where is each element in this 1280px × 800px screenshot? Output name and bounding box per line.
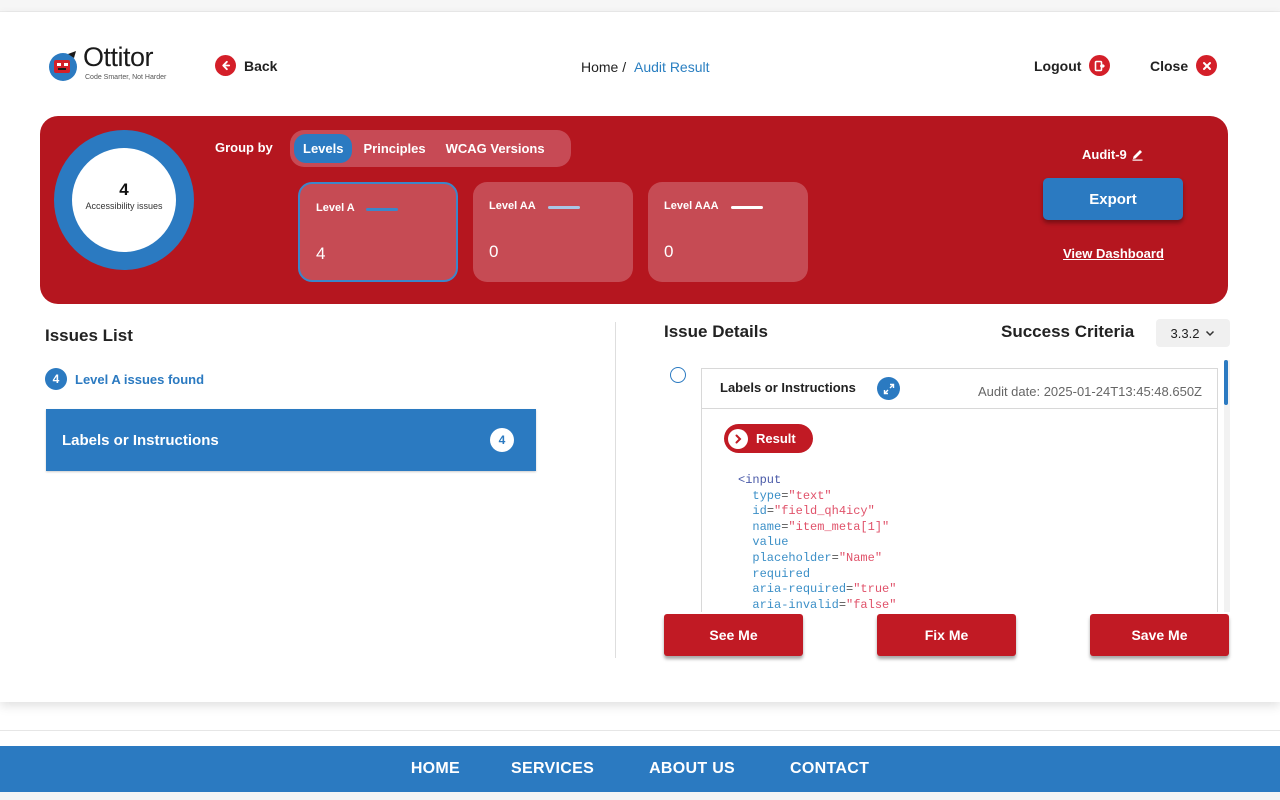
view-dashboard-link[interactable]: View Dashboard bbox=[1063, 246, 1164, 261]
breadcrumb-current: Audit Result bbox=[634, 59, 710, 75]
level-aa-value: 0 bbox=[489, 242, 499, 261]
issue-detail-header: Labels or Instructions Audit date: 2025-… bbox=[702, 369, 1217, 409]
see-me-button[interactable]: See Me bbox=[664, 614, 803, 656]
code-value: "item_meta[1]" bbox=[788, 519, 890, 534]
footer-link-about-us[interactable]: ABOUT US bbox=[649, 760, 735, 778]
success-criteria-value: 3.3.2 bbox=[1170, 325, 1200, 341]
top-strip bbox=[0, 0, 1280, 12]
save-me-button[interactable]: Save Me bbox=[1090, 614, 1229, 656]
close-icon bbox=[1196, 55, 1218, 76]
level-aa-indicator bbox=[548, 206, 580, 209]
tab-principles[interactable]: Principles bbox=[354, 134, 434, 163]
issues-count-label: Accessibility issues bbox=[85, 201, 163, 211]
issue-detail-title: Labels or Instructions bbox=[720, 380, 856, 395]
bottom-strip bbox=[0, 792, 1280, 800]
code-attr: name bbox=[752, 519, 782, 534]
footer-link-home[interactable]: HOME bbox=[411, 760, 460, 778]
level-aaa-value: 0 bbox=[664, 242, 674, 261]
issue-count-badge: 4 bbox=[490, 428, 514, 452]
issues-count-ring: 4 Accessibility issues bbox=[54, 130, 194, 270]
code-value: "text" bbox=[788, 488, 832, 503]
logout-icon bbox=[1089, 55, 1111, 76]
code-value: "field_qh4icy" bbox=[774, 504, 875, 519]
level-a-name: Level A bbox=[316, 202, 355, 214]
audit-summary-banner: 4 Accessibility issues Group by Levels P… bbox=[40, 116, 1228, 304]
code-attr: id bbox=[752, 504, 767, 519]
level-aa-card[interactable]: Level AA 0 bbox=[473, 182, 633, 282]
issue-select-radio[interactable] bbox=[670, 367, 686, 383]
code-attr: type bbox=[752, 488, 782, 503]
list-item[interactable]: Labels or Instructions 4 bbox=[46, 409, 536, 471]
issues-count-center: 4 Accessibility issues bbox=[72, 148, 176, 252]
issue-name: Labels or Instructions bbox=[62, 431, 219, 449]
audit-name-label: Audit-9 bbox=[1082, 147, 1127, 162]
footer-separator bbox=[0, 730, 1280, 731]
panel-divider bbox=[615, 322, 616, 658]
code-attr: aria-required bbox=[752, 582, 847, 597]
issues-found-count: 4 bbox=[45, 368, 67, 390]
brand-logo[interactable]: Ottitor Code Smarter, Not Harder bbox=[46, 42, 191, 88]
issues-list-title: Issues List bbox=[45, 326, 133, 345]
chevron-down-icon bbox=[1206, 330, 1215, 336]
level-aa-name: Level AA bbox=[489, 200, 536, 212]
footer-link-contact[interactable]: CONTACT bbox=[790, 760, 869, 778]
code-value: "false" bbox=[846, 597, 897, 612]
back-button[interactable]: Back bbox=[215, 55, 277, 76]
level-aaa-name: Level AAA bbox=[664, 200, 719, 212]
fix-me-button[interactable]: Fix Me bbox=[877, 614, 1016, 656]
brand-tagline: Code Smarter, Not Harder bbox=[85, 74, 167, 81]
pencil-icon bbox=[1132, 150, 1143, 161]
footer-link-services[interactable]: SERVICES bbox=[511, 760, 594, 778]
code-attr: value bbox=[752, 535, 789, 550]
success-criteria-label: Success Criteria bbox=[1001, 322, 1135, 341]
logout-button[interactable]: Logout bbox=[1034, 55, 1111, 76]
code-tag: <input bbox=[738, 473, 782, 487]
issues-found-label: Level A issues found bbox=[75, 371, 205, 387]
code-snippet: <input type="text" id="field_qh4icy" nam… bbox=[738, 473, 897, 612]
result-toggle-button[interactable]: Result bbox=[724, 424, 813, 453]
level-aaa-card[interactable]: Level AAA 0 bbox=[648, 182, 808, 282]
level-a-value: 4 bbox=[316, 244, 326, 263]
close-label: Close bbox=[1150, 57, 1189, 74]
issues-found-summary: 4 Level A issues found bbox=[45, 368, 204, 390]
result-label: Result bbox=[756, 431, 796, 446]
code-value: "Name" bbox=[838, 550, 883, 565]
logout-label: Logout bbox=[1034, 57, 1082, 74]
arrow-left-icon bbox=[215, 55, 236, 76]
expand-icon[interactable] bbox=[877, 377, 900, 400]
breadcrumb-home[interactable]: Home / bbox=[581, 59, 626, 75]
back-label: Back bbox=[244, 57, 278, 74]
group-by-label: Group by bbox=[215, 140, 273, 155]
breadcrumb: Home / Audit Result bbox=[581, 59, 710, 75]
issue-detail-card: Labels or Instructions Audit date: 2025-… bbox=[701, 368, 1218, 612]
chevron-right-icon bbox=[728, 428, 748, 449]
export-button[interactable]: Export bbox=[1043, 178, 1183, 220]
tab-wcag-versions[interactable]: WCAG Versions bbox=[437, 134, 554, 163]
code-attr: placeholder bbox=[752, 550, 832, 565]
audit-date: Audit date: 2025-01-24T13:45:48.650Z bbox=[977, 384, 1202, 399]
footer-nav: HOME SERVICES ABOUT US CONTACT bbox=[0, 746, 1280, 792]
level-a-indicator bbox=[366, 208, 398, 211]
tab-levels[interactable]: Levels bbox=[294, 134, 353, 163]
code-value: "true" bbox=[853, 582, 897, 597]
code-attr: required bbox=[752, 566, 811, 581]
issues-count-value: 4 bbox=[119, 180, 129, 199]
code-attr: aria-invalid bbox=[752, 597, 839, 612]
audit-name[interactable]: Audit-9 bbox=[1082, 147, 1144, 162]
level-a-card[interactable]: Level A 4 bbox=[298, 182, 458, 282]
brand-name: Ottitor bbox=[83, 42, 154, 72]
detail-scrollbar-thumb[interactable] bbox=[1224, 360, 1228, 405]
robot-logo-icon bbox=[49, 51, 77, 81]
success-criteria-select[interactable]: 3.3.2 bbox=[1156, 319, 1230, 347]
close-button[interactable]: Close bbox=[1150, 55, 1218, 76]
issue-details-title: Issue Details bbox=[664, 322, 768, 341]
group-by-tabs: Levels Principles WCAG Versions bbox=[290, 130, 571, 167]
level-aaa-indicator bbox=[731, 206, 763, 209]
